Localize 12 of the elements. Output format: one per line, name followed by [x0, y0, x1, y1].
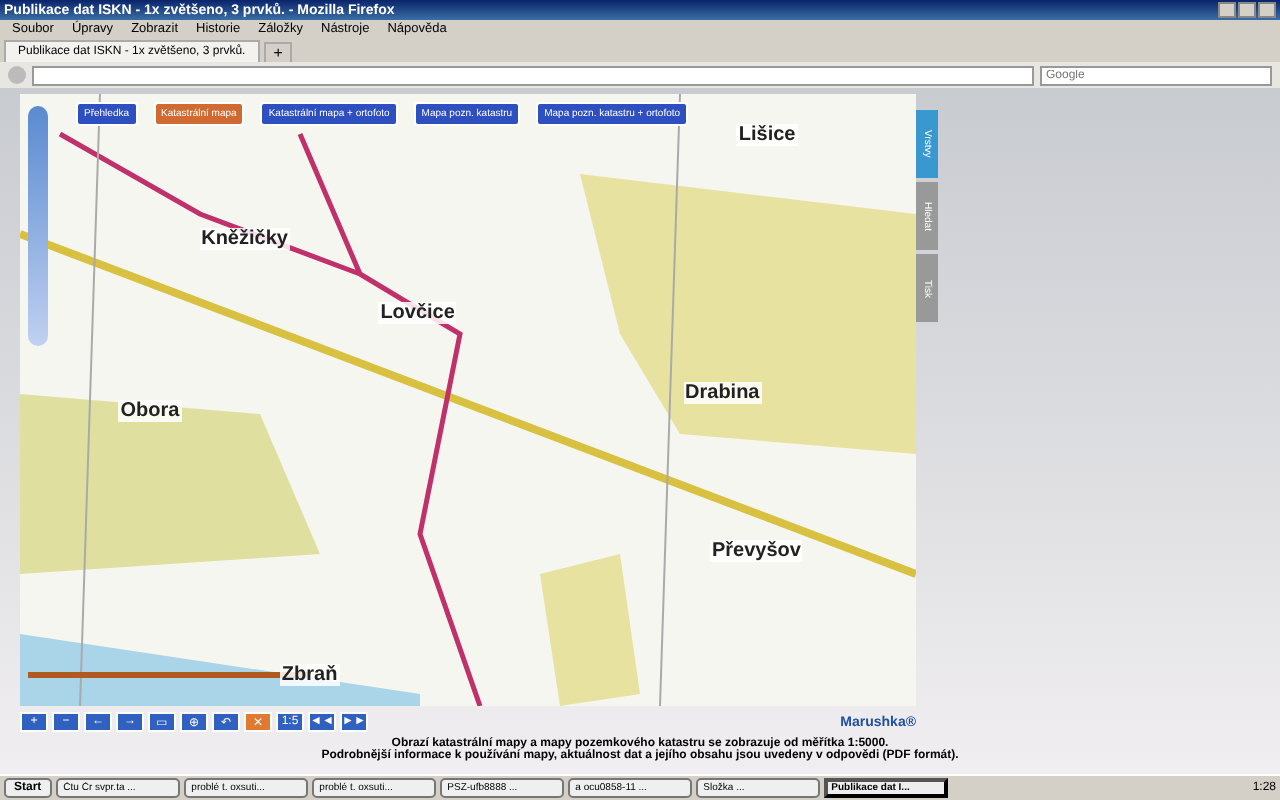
zoom-slider-icon[interactable]	[28, 106, 48, 346]
close-button[interactable]	[1258, 2, 1276, 18]
place-label: Kněžičky	[199, 228, 290, 251]
minimize-button[interactable]	[1218, 2, 1236, 18]
back-icon[interactable]	[8, 66, 26, 84]
maximize-button[interactable]	[1238, 2, 1256, 18]
place-label: Lišice	[736, 124, 798, 147]
place-label: Lovčice	[378, 302, 457, 325]
place-label: Zbraň	[279, 663, 340, 686]
address-field[interactable]	[32, 65, 1034, 85]
place-label: Obora	[118, 400, 182, 422]
place-label: Převyšov	[709, 540, 803, 563]
